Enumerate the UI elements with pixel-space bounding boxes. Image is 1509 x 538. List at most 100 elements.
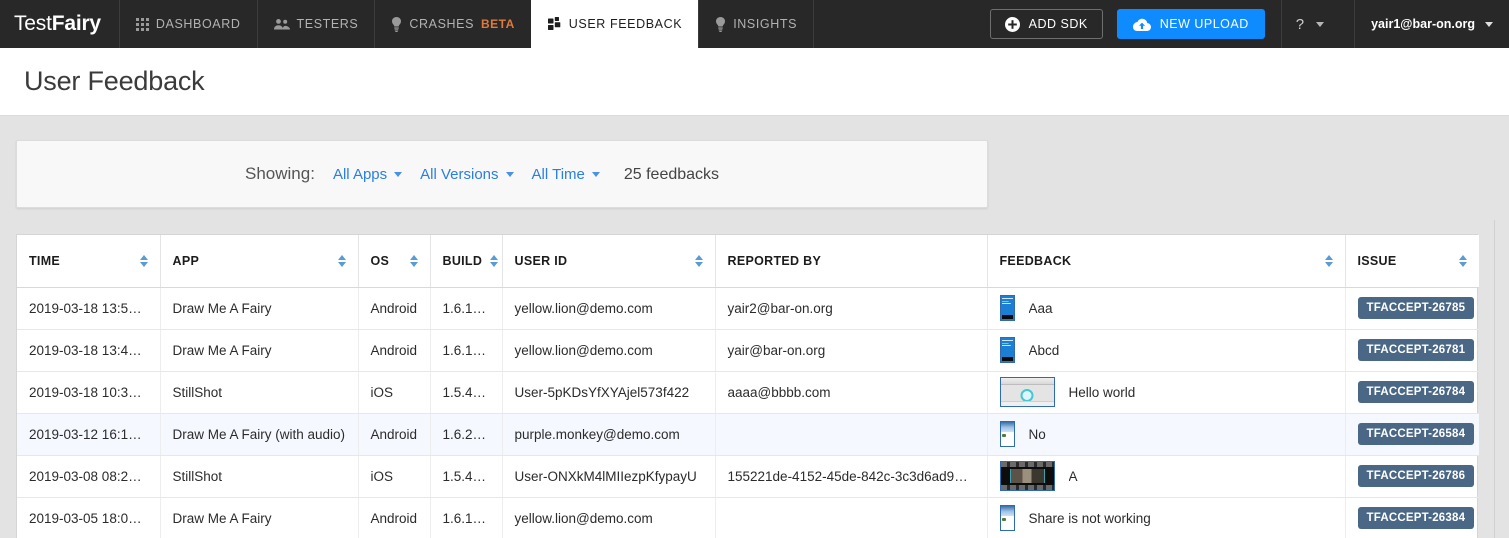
feedback-screenshot-thumbnail[interactable] <box>1000 377 1055 407</box>
cell-reported-by: aaaa@bbbb.com <box>715 371 987 413</box>
cell-time: 2019-03-08 08:28:14 <box>17 455 160 497</box>
nav-item-dashboard-label: DASHBOARD <box>156 17 241 31</box>
table-row[interactable]: 2019-03-18 10:39:20StillShotiOS1.5.4 (1)… <box>17 371 1479 413</box>
column-header-reported-label: REPORTED BY <box>728 254 822 268</box>
cell-os: iOS <box>358 455 430 497</box>
cell-build: 1.6.1 (3) <box>430 329 502 371</box>
issue-badge[interactable]: TFACCEPT-26384 <box>1358 507 1475 529</box>
nav-item-user-feedback-label: USER FEEDBACK <box>569 17 682 31</box>
issue-badge[interactable]: TFACCEPT-26584 <box>1358 423 1475 445</box>
sort-arrows-icon[interactable] <box>1325 255 1333 267</box>
feedback-table-head: TIMEAPP OS BUILD USER ID REPORTED BY FEEDBACK… <box>17 235 1479 287</box>
column-header-issue[interactable]: ISSUE <box>1345 235 1479 287</box>
add-sdk-label: ADD SDK <box>1029 17 1088 31</box>
add-sdk-button[interactable]: ADD SDK <box>990 9 1103 39</box>
sort-arrows-icon[interactable] <box>490 255 498 267</box>
cell-os: iOS <box>358 371 430 413</box>
cell-user-id: yellow.lion@demo.com <box>502 329 715 371</box>
app-filter-dropdown[interactable]: All Apps <box>333 166 402 183</box>
cell-app: Draw Me A Fairy <box>160 329 358 371</box>
new-upload-button[interactable]: NEW UPLOAD <box>1117 9 1265 39</box>
help-label: ? <box>1296 16 1304 33</box>
cell-feedback: No <box>987 413 1345 455</box>
nav-item-dashboard[interactable]: DASHBOARD <box>119 0 257 48</box>
sort-arrows-icon[interactable] <box>410 255 418 267</box>
cell-app: Draw Me A Fairy <box>160 497 358 538</box>
grid-dots-icon <box>136 18 149 31</box>
sort-arrows-icon[interactable] <box>1459 255 1467 267</box>
brand-logo-bold: Fairy <box>52 12 101 36</box>
table-header-row: TIMEAPP OS BUILD USER ID REPORTED BY FEEDBACK… <box>17 235 1479 287</box>
feedback-screenshot-thumbnail[interactable] <box>1000 295 1015 321</box>
sort-arrows-icon[interactable] <box>695 255 703 267</box>
cell-app: StillShot <box>160 371 358 413</box>
column-header-time[interactable]: TIME <box>17 235 160 287</box>
crashes-beta-badge: BETA <box>481 17 515 31</box>
column-header-user_id[interactable]: USER ID <box>502 235 715 287</box>
feedback-screenshot-thumbnail[interactable] <box>1000 461 1055 491</box>
cell-app: Draw Me A Fairy (with audio) <box>160 413 358 455</box>
cell-reported-by: 155221de-4152-45de-842c-3c3d6ad9a263 <box>715 455 987 497</box>
column-header-os[interactable]: OS <box>358 235 430 287</box>
column-header-os-label: OS <box>371 254 390 268</box>
cell-reported-by <box>715 497 987 538</box>
feedback-screenshot-thumbnail[interactable] <box>1000 421 1015 447</box>
cell-time: 2019-03-05 18:08:18 <box>17 497 160 538</box>
table-row[interactable]: 2019-03-18 13:48:23Draw Me A FairyAndroi… <box>17 329 1479 371</box>
feedback-screenshot-thumbnail[interactable] <box>1000 505 1015 531</box>
feedback-table: TIMEAPP OS BUILD USER ID REPORTED BY FEEDBACK… <box>17 235 1479 538</box>
nav-item-crashes-label: CRASHES <box>409 17 474 31</box>
column-header-user_id-label: USER ID <box>515 254 568 268</box>
feedback-screenshot-thumbnail[interactable] <box>1000 337 1015 363</box>
table-row[interactable]: 2019-03-12 16:19:08Draw Me A Fairy (with… <box>17 413 1479 455</box>
issue-badge[interactable]: TFACCEPT-26784 <box>1358 381 1475 403</box>
bulb-icon <box>391 17 402 32</box>
nav-item-insights[interactable]: INSIGHTS <box>698 0 814 48</box>
brand-logo[interactable]: TestFairy <box>0 0 119 48</box>
table-row[interactable]: 2019-03-18 13:53:28Draw Me A FairyAndroi… <box>17 287 1479 329</box>
help-menu[interactable]: ? <box>1282 0 1338 48</box>
column-header-build[interactable]: BUILD <box>430 235 502 287</box>
vertical-scrollbar[interactable] <box>1494 220 1509 538</box>
brand-logo-light: Test <box>14 12 52 36</box>
account-menu[interactable]: yair1@bar-on.org <box>1355 0 1509 48</box>
sort-arrows-icon[interactable] <box>338 255 346 267</box>
cell-issue: TFACCEPT-26781 <box>1345 329 1479 371</box>
nav-item-user-feedback[interactable]: USER FEEDBACK <box>531 0 698 48</box>
cell-build: 1.6.1 (3) <box>430 287 502 329</box>
chevron-down-icon <box>1485 22 1493 27</box>
table-row[interactable]: 2019-03-08 08:28:14StillShotiOS1.5.4 (1)… <box>17 455 1479 497</box>
cloud-upload-icon <box>1133 18 1151 31</box>
cell-os: Android <box>358 329 430 371</box>
cell-user-id: purple.monkey@demo.com <box>502 413 715 455</box>
nav-item-testers[interactable]: TESTERS <box>257 0 375 48</box>
page-header: User Feedback <box>0 48 1509 116</box>
issue-badge[interactable]: TFACCEPT-26786 <box>1358 465 1475 487</box>
cell-time: 2019-03-12 16:19:08 <box>17 413 160 455</box>
feedback-table-container: TIMEAPP OS BUILD USER ID REPORTED BY FEEDBACK… <box>16 234 1478 538</box>
nav-item-crashes[interactable]: CRASHES BETA <box>374 0 530 48</box>
feedback-count: 25 feedbacks <box>624 166 719 184</box>
account-label: yair1@bar-on.org <box>1371 17 1475 31</box>
cell-user-id: yellow.lion@demo.com <box>502 287 715 329</box>
issue-badge[interactable]: TFACCEPT-26785 <box>1358 297 1475 319</box>
cell-issue: TFACCEPT-26384 <box>1345 497 1479 538</box>
time-filter-dropdown[interactable]: All Time <box>532 166 600 183</box>
version-filter-dropdown[interactable]: All Versions <box>420 166 513 183</box>
cell-feedback: Aaa <box>987 287 1345 329</box>
sort-arrows-icon[interactable] <box>140 255 148 267</box>
cell-user-id: User-5pKDsYfXYAjel573f422 <box>502 371 715 413</box>
feedback-text: No <box>1029 427 1046 442</box>
column-header-app[interactable]: APP <box>160 235 358 287</box>
table-row[interactable]: 2019-03-05 18:08:18Draw Me A FairyAndroi… <box>17 497 1479 538</box>
bulb-icon <box>715 17 726 32</box>
feedback-text: Aaa <box>1029 301 1053 316</box>
issue-badge[interactable]: TFACCEPT-26781 <box>1358 339 1475 361</box>
column-header-feedback[interactable]: FEEDBACK <box>987 235 1345 287</box>
cell-reported-by <box>715 413 987 455</box>
chevron-down-icon <box>1316 22 1324 27</box>
column-header-issue-label: ISSUE <box>1358 254 1397 268</box>
cell-user-id: yellow.lion@demo.com <box>502 497 715 538</box>
feedback-table-body: 2019-03-18 13:53:28Draw Me A FairyAndroi… <box>17 287 1479 538</box>
cell-os: Android <box>358 287 430 329</box>
